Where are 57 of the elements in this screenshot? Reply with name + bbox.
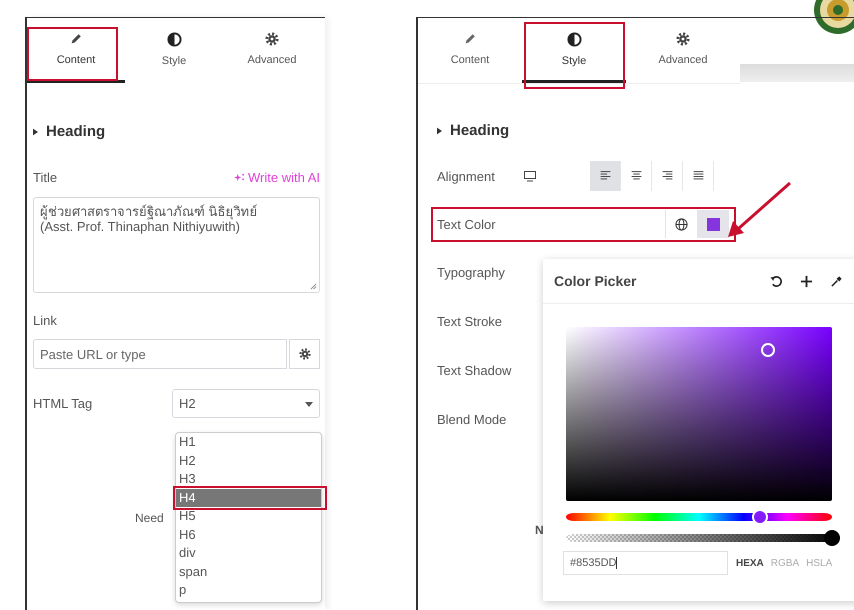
caret-icon [305, 402, 313, 407]
ai-link[interactable]: Write with AI [234, 170, 320, 185]
gear-icon [265, 32, 279, 46]
monitor-icon [524, 170, 536, 182]
contrast-icon [166, 32, 182, 46]
pencil-icon [463, 32, 477, 46]
dropdown-option[interactable]: H2 [176, 452, 321, 470]
title-field[interactable]: ผู้ช่วยศาสตราจารย์ฐิณาภัณฑ์ นิธิยุวิทย์ (Asst. Prof. Thinaphan Nithiyuwith) [33, 197, 320, 293]
help-text: Need [135, 511, 164, 525]
panel-tab[interactable]: Advanced [223, 18, 321, 83]
dropdown-option[interactable]: H5 [176, 507, 321, 526]
field-label: Text Color [437, 216, 497, 232]
reset-icon[interactable] [770, 274, 783, 288]
tag-select[interactable]: H2 [172, 389, 320, 418]
section-title: Heading [450, 122, 510, 139]
dropdown-option[interactable]: span [176, 562, 321, 581]
dropdown-option[interactable]: H1 [176, 433, 321, 452]
panel-tab[interactable]: Advanced [626, 18, 740, 83]
field-label: Title [33, 170, 58, 185]
align-left-icon [598, 171, 612, 181]
popup-title: Color Picker [554, 273, 638, 289]
field-label: Alignment [437, 168, 496, 184]
caret-icon [33, 128, 38, 136]
help-text: N [535, 523, 544, 537]
color-marker[interactable] [761, 343, 776, 358]
gear-icon [298, 348, 311, 360]
link-options-button[interactable] [289, 339, 320, 369]
dropdown-option[interactable]: H6 [176, 526, 321, 544]
dropdown-option[interactable]: div [176, 544, 321, 562]
field-label: Link [33, 313, 58, 328]
format-tab[interactable]: HEXA [736, 558, 764, 568]
saturation-area[interactable] [566, 327, 832, 501]
slider-thumb[interactable] [824, 530, 840, 546]
panel-tab[interactable]: Content [27, 18, 125, 83]
gear-icon [676, 32, 690, 46]
section-title: Heading [46, 123, 106, 140]
panel-tab[interactable]: Style [522, 18, 626, 83]
hex-field[interactable]: #8535DD [563, 551, 728, 575]
dropdown-option[interactable]: H3 [176, 470, 321, 488]
align-right-icon [660, 171, 674, 181]
alignment-button[interactable] [590, 161, 621, 191]
resize-grip-icon[interactable] [310, 283, 317, 290]
eyedropper-icon[interactable] [830, 274, 843, 288]
align-center-icon [630, 171, 642, 181]
sparkle-icon [234, 173, 245, 182]
color-swatch-button[interactable] [697, 210, 729, 238]
caret-icon [437, 126, 442, 134]
contrast-icon [566, 32, 582, 46]
globe-icon [675, 218, 688, 230]
panel-tab[interactable]: Content [418, 18, 522, 83]
add-icon[interactable] [800, 274, 813, 288]
dropdown-option[interactable]: p [176, 581, 321, 600]
field-label: HTML Tag [33, 396, 94, 411]
url-field[interactable]: Paste URL or type [33, 339, 288, 369]
align-justify-icon [692, 171, 704, 181]
pencil-icon [69, 32, 83, 46]
panel-tab[interactable]: Style [125, 18, 223, 83]
